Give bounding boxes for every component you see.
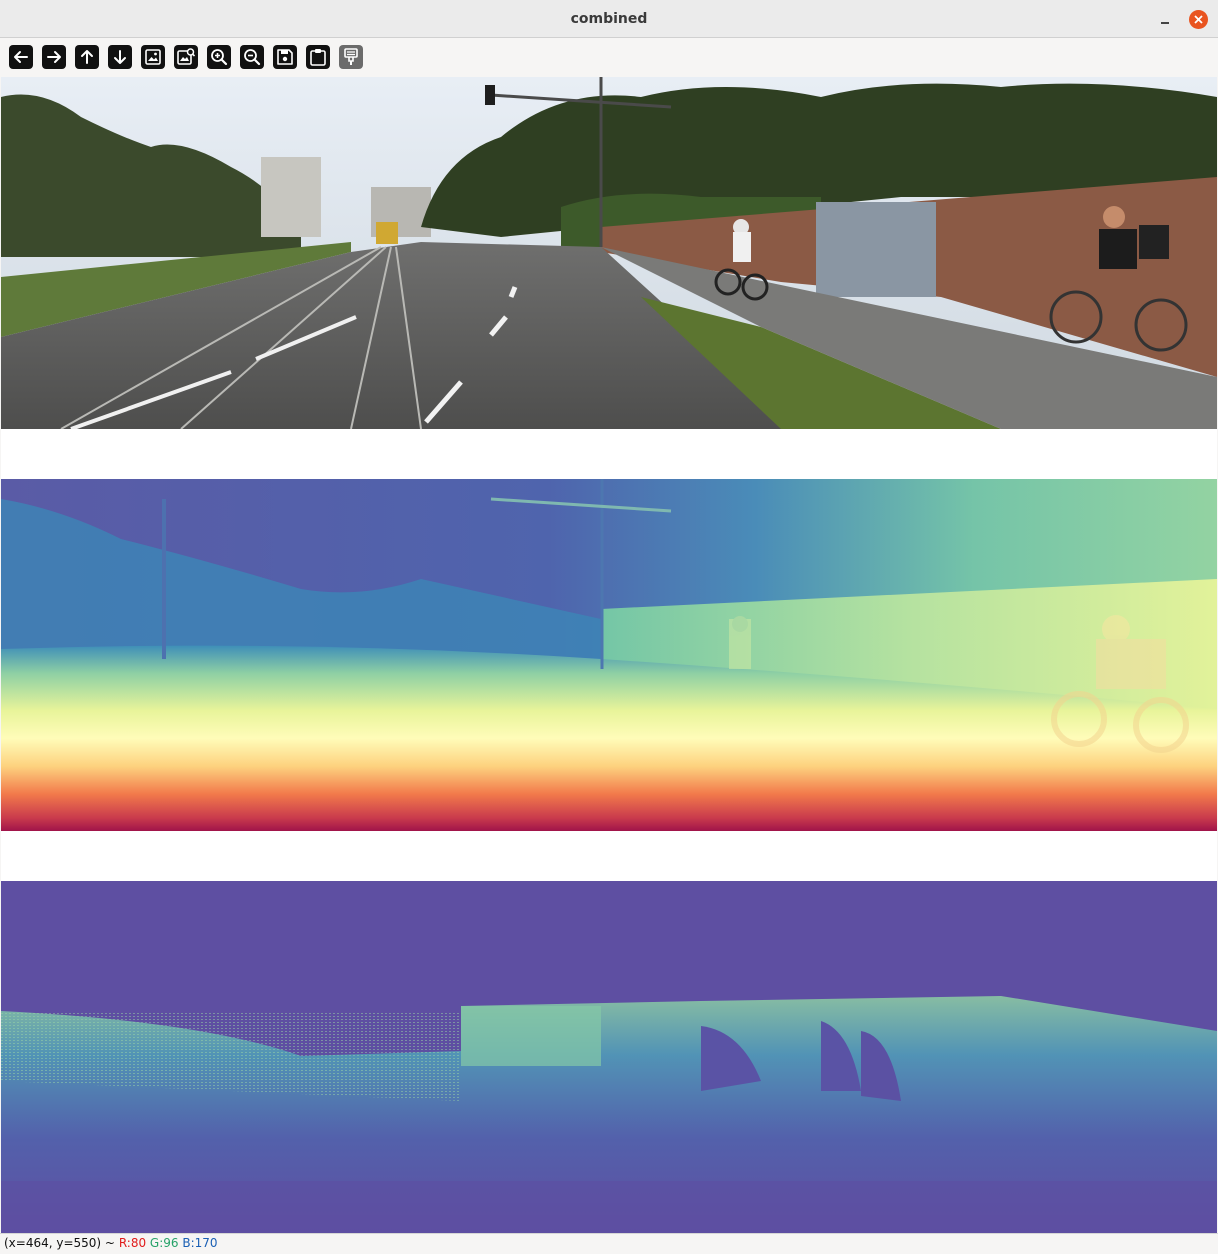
save-button[interactable] [273,45,297,69]
properties-button[interactable] [339,45,363,69]
arrow-left-icon [14,51,28,63]
zoom-out-button[interactable] [240,45,264,69]
pan-right-button[interactable] [42,45,66,69]
pan-down-button[interactable] [108,45,132,69]
arrow-up-icon [81,50,93,64]
separator-1 [1,429,1217,479]
lidar-depth-panel[interactable] [1,881,1217,1233]
toolbar [0,38,1218,77]
arrow-right-icon [47,51,61,63]
image-properties-icon [177,48,196,65]
properties-brush-icon [344,48,358,65]
rgb-image-panel[interactable] [1,77,1217,429]
pan-left-button[interactable] [9,45,33,69]
zoom-in-icon [211,49,228,66]
pixel-red-value: R:80 [118,1236,147,1250]
pixel-green-value: G:96 [149,1236,179,1250]
lidar-sparse-depth-image [1,996,1217,1233]
zoom-fit-button[interactable] [141,45,165,69]
zoom-out-icon [244,49,261,66]
zoom-in-button[interactable] [207,45,231,69]
image-viewer-window: combined (x=464, y=550) ~ R:80 G:96 B:17… [0,0,1218,1254]
close-icon [1194,15,1203,24]
depth-map-panel[interactable] [1,479,1217,831]
pixel-blue-value: B:170 [182,1236,218,1250]
pan-up-button[interactable] [75,45,99,69]
close-button[interactable] [1189,10,1208,29]
save-icon [277,49,293,65]
depth-colormap-image [1,479,1217,831]
street-scene-image [1,77,1217,429]
cyclist-near-depth [729,616,751,669]
status-bar: (x=464, y=550) ~ R:80 G:96 B:170 [0,1233,1218,1254]
arrow-down-icon [114,50,126,64]
zoom-fit-image-icon [145,49,161,65]
separator-2 [1,831,1217,881]
copy-to-clipboard-icon [310,49,326,66]
image-properties-button[interactable] [174,45,198,69]
title-bar: combined [0,0,1218,38]
window-title: combined [570,11,648,27]
copy-to-clipboard-button[interactable] [306,45,330,69]
cursor-coordinates: (x=464, y=550) ~ [4,1236,115,1250]
minimize-button[interactable] [1157,12,1173,28]
